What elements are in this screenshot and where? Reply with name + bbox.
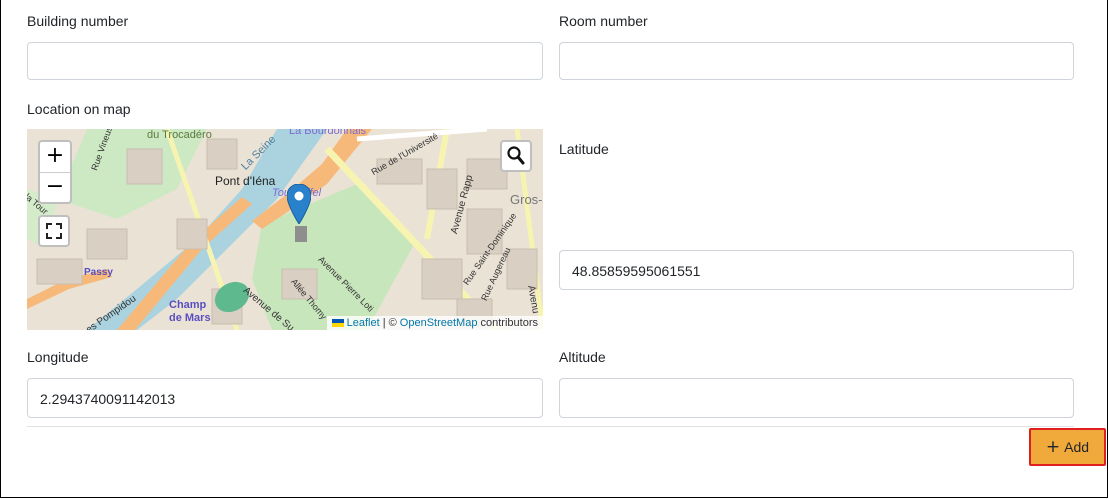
zoom-out-button[interactable]: −: [40, 173, 70, 203]
altitude-input[interactable]: [559, 378, 1074, 418]
ukraine-flag-icon: [331, 319, 344, 328]
map-label-gros: Gros-: [510, 192, 543, 207]
form-divider: [27, 426, 1074, 427]
add-button[interactable]: + Add: [1029, 428, 1106, 466]
latitude-label: Latitude: [559, 141, 609, 157]
osm-link[interactable]: OpenStreetMap: [400, 317, 478, 329]
plus-icon: +: [1045, 436, 1061, 457]
altitude-label: Altitude: [559, 349, 606, 365]
room-number-input[interactable]: [559, 42, 1074, 80]
map-label-bourdonnais: La Bourdonnais: [289, 129, 367, 137]
longitude-label: Longitude: [27, 349, 89, 365]
map-tiles: [27, 129, 543, 330]
map-label-passy: Passy: [84, 267, 113, 278]
fullscreen-icon: [46, 223, 62, 239]
building-number-label: Building number: [27, 13, 129, 29]
map-label-trocadero: du Trocadéro: [147, 129, 212, 141]
fullscreen-button[interactable]: [38, 215, 70, 247]
attribution-contributors: contributors: [480, 317, 538, 329]
search-icon: [507, 146, 525, 165]
building-number-input[interactable]: [27, 42, 543, 80]
attribution-separator: | ©: [382, 317, 397, 329]
map-search-button[interactable]: [500, 140, 532, 172]
zoom-control: + −: [38, 140, 72, 204]
location-on-map-label: Location on map: [27, 101, 131, 117]
latitude-input[interactable]: 48.85859595061551: [559, 250, 1074, 290]
add-button-label: Add: [1064, 439, 1090, 455]
location-map[interactable]: du Trocadéro La Bourdonnais Pont d'Iéna …: [27, 129, 543, 330]
map-label-champ-de-mars: Champ de Mars: [169, 299, 211, 324]
form-panel: Building number Room number Location on …: [0, 0, 1108, 498]
map-attribution: Leaflet | © OpenStreetMap contributors: [326, 316, 543, 330]
room-number-label: Room number: [559, 13, 648, 29]
zoom-in-button[interactable]: +: [40, 142, 70, 173]
map-label-pont-iena: Pont d'Iéna: [215, 174, 276, 188]
longitude-input[interactable]: 2.2943740091142013: [27, 378, 543, 418]
leaflet-link[interactable]: Leaflet: [347, 317, 380, 329]
map-marker-icon[interactable]: [287, 184, 311, 224]
